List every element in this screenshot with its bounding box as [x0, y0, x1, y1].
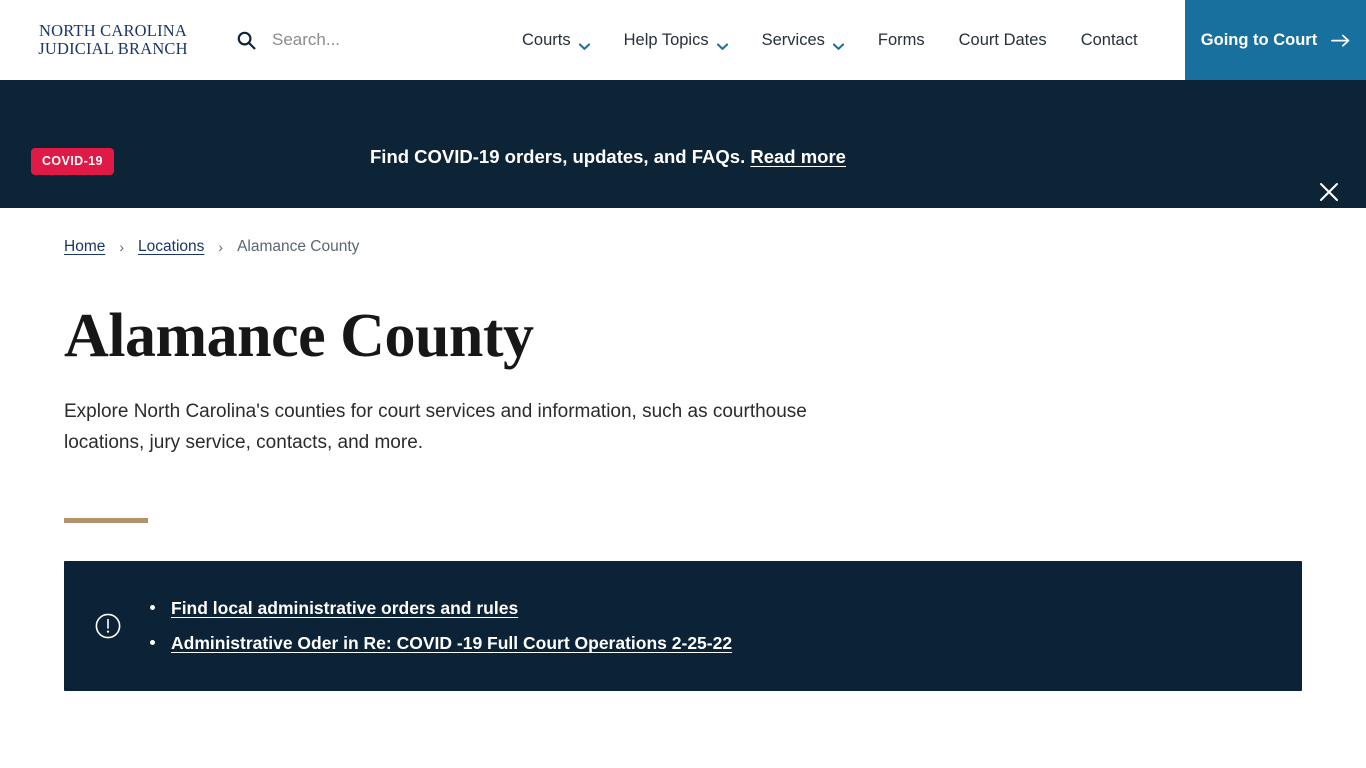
nav-label: Contact [1080, 30, 1138, 49]
nav-item-services[interactable]: Services [745, 0, 861, 80]
nav-item-help-topics[interactable]: Help Topics [607, 0, 745, 80]
banner-message: Find COVID-19 orders, updates, and FAQs.… [370, 146, 846, 168]
breadcrumb-item-current: Alamance County [237, 238, 360, 255]
chevron-down-icon [578, 37, 590, 51]
main-content: Home › Locations › Alamance County Alama… [0, 208, 1366, 691]
nav-label: Help Topics [623, 30, 709, 49]
list-item: Administrative Oder in Re: COVID -19 Ful… [148, 629, 732, 658]
alert-link-local-orders[interactable]: Find local administrative orders and rul… [171, 598, 518, 618]
chevron-down-icon [716, 37, 728, 51]
cta-label: Going to Court [1200, 30, 1318, 49]
banner-read-more-link[interactable]: Read more [750, 146, 846, 167]
breadcrumb-item-locations[interactable]: Locations [138, 238, 204, 256]
breadcrumb: Home › Locations › Alamance County [64, 208, 1302, 256]
covid-alert-banner: COVID-19 Find COVID-19 orders, updates, … [0, 80, 1366, 208]
list-item: Find local administrative orders and rul… [148, 594, 732, 623]
status-badge[interactable]: COVID-19 [31, 148, 114, 175]
search-icon[interactable] [236, 30, 256, 50]
administrative-alert-box: Find local administrative orders and rul… [64, 560, 1302, 691]
search-input[interactable] [264, 26, 464, 54]
chevron-down-icon [832, 37, 844, 51]
breadcrumb-item-home[interactable]: Home [64, 238, 105, 256]
breadcrumb-separator: › [119, 239, 125, 255]
arrow-right-icon [1331, 33, 1350, 47]
nav-label: Court Dates [958, 30, 1047, 49]
banner-message-text: Find COVID-19 orders, updates, and FAQs. [370, 146, 746, 167]
nav-item-forms[interactable]: Forms [861, 0, 942, 80]
main-navigation: Courts Help Topics Services Forms Court … [505, 0, 1155, 80]
nav-item-court-dates[interactable]: Court Dates [942, 0, 1064, 80]
site-header: NORTH CAROLINA JUDICIAL BRANCH Courts He… [0, 0, 1366, 80]
section-divider [64, 517, 148, 523]
breadcrumb-separator: › [218, 239, 224, 255]
page-title: Alamance County [64, 302, 534, 370]
going-to-court-button[interactable]: Going to Court [1185, 0, 1366, 80]
nav-item-courts[interactable]: Courts [505, 0, 607, 80]
site-logo[interactable]: NORTH CAROLINA JUDICIAL BRANCH [25, 20, 201, 59]
logo-line-1: NORTH CAROLINA [38, 20, 187, 40]
nav-label: Forms [877, 30, 925, 49]
exclamation-circle-icon [94, 612, 122, 640]
nav-label: Services [761, 30, 825, 49]
logo-line-2: JUDICIAL BRANCH [38, 39, 188, 58]
close-icon [1320, 183, 1338, 201]
nav-item-contact[interactable]: Contact [1064, 0, 1155, 80]
alert-link-list: Find local administrative orders and rul… [148, 587, 732, 665]
alert-link-administrative-order[interactable]: Administrative Oder in Re: COVID -19 Ful… [171, 633, 732, 653]
page-description: Explore North Carolina's counties for co… [64, 401, 807, 453]
nav-label: Courts [522, 30, 571, 49]
search-bar[interactable] [236, 20, 464, 60]
banner-close-button[interactable] [1312, 175, 1346, 209]
